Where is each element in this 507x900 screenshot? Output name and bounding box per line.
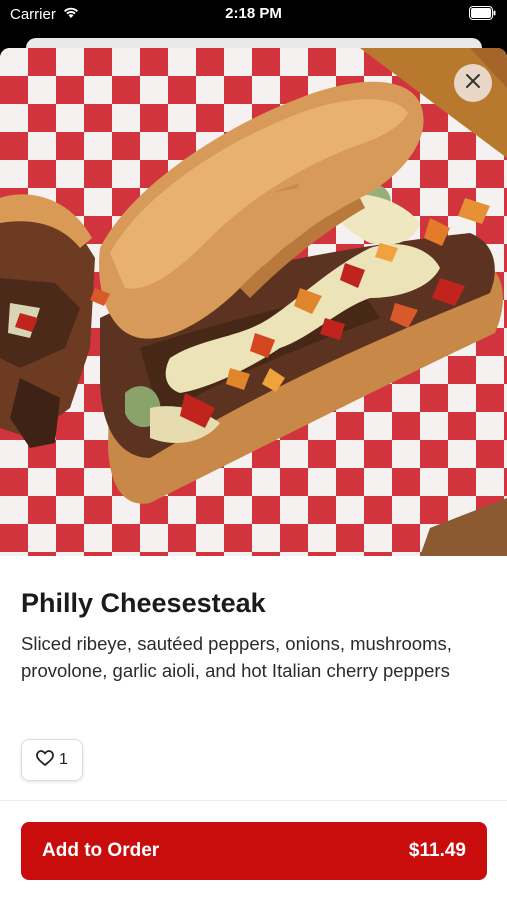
- like-button[interactable]: 1: [21, 739, 83, 781]
- divider: [0, 800, 507, 801]
- add-to-order-button[interactable]: Add to Order $11.49: [21, 822, 487, 880]
- item-description: Sliced ribeye, sautéed peppers, onions, …: [21, 633, 452, 681]
- item-detail-sheet: Philly Cheesesteak Sliced ribeye, sautée…: [0, 48, 507, 900]
- price-label: $11.49: [408, 840, 466, 861]
- cheesesteak-illustration: [0, 48, 507, 556]
- item-image: [0, 48, 507, 556]
- battery-icon: [469, 6, 497, 24]
- status-bar: Carrier 2:18 PM: [0, 0, 507, 30]
- close-icon: [465, 73, 481, 94]
- like-count: 1: [59, 751, 68, 768]
- item-title: Philly Cheesesteak: [21, 588, 266, 618]
- close-button[interactable]: [454, 64, 492, 102]
- status-time: 2:18 PM: [225, 5, 282, 22]
- add-to-order-label: Add to Order: [42, 840, 160, 861]
- heart-icon: [36, 749, 54, 771]
